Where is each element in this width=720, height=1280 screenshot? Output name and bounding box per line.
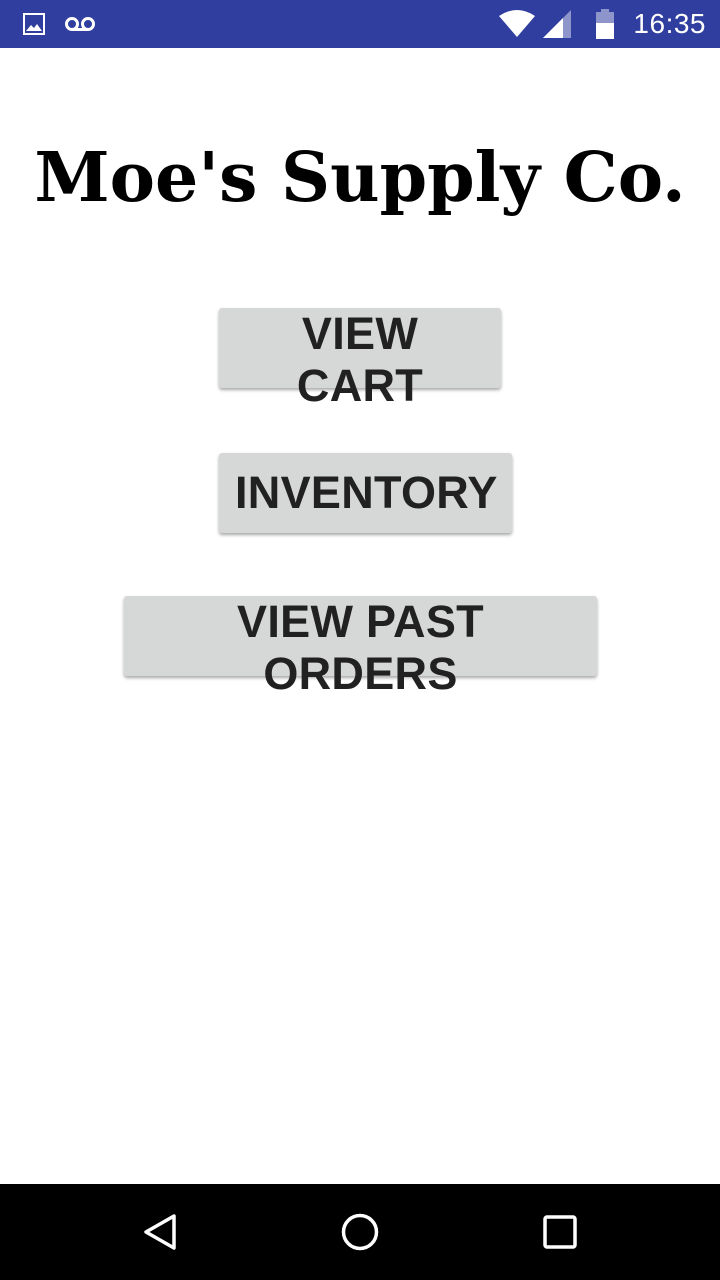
view-past-orders-button[interactable]: VIEW PAST ORDERS: [124, 596, 597, 699]
main-content: Moe's Supply Co. VIEW CART INVENTORY VIE…: [0, 48, 720, 1184]
recents-button[interactable]: [500, 1184, 620, 1280]
system-icons: 16:35: [499, 0, 706, 48]
back-icon: [144, 1214, 176, 1250]
signal-icon: [543, 10, 572, 38]
notification-icons: [22, 0, 96, 48]
app-title: Moe's Supply Co.: [34, 138, 686, 218]
home-icon: [341, 1213, 379, 1251]
battery-icon: [596, 9, 615, 39]
recents-icon: [543, 1215, 577, 1249]
view-cart-button[interactable]: VIEW CART: [219, 308, 501, 411]
navigation-bar: [0, 1184, 720, 1280]
inventory-button[interactable]: INVENTORY: [219, 453, 512, 533]
home-button[interactable]: [300, 1184, 420, 1280]
status-bar: 16:35: [0, 0, 720, 48]
voicemail-icon: [65, 17, 95, 31]
back-button[interactable]: [100, 1184, 220, 1280]
image-icon: [23, 13, 45, 35]
status-clock: 16:35: [633, 8, 706, 39]
wifi-icon: [499, 10, 536, 37]
